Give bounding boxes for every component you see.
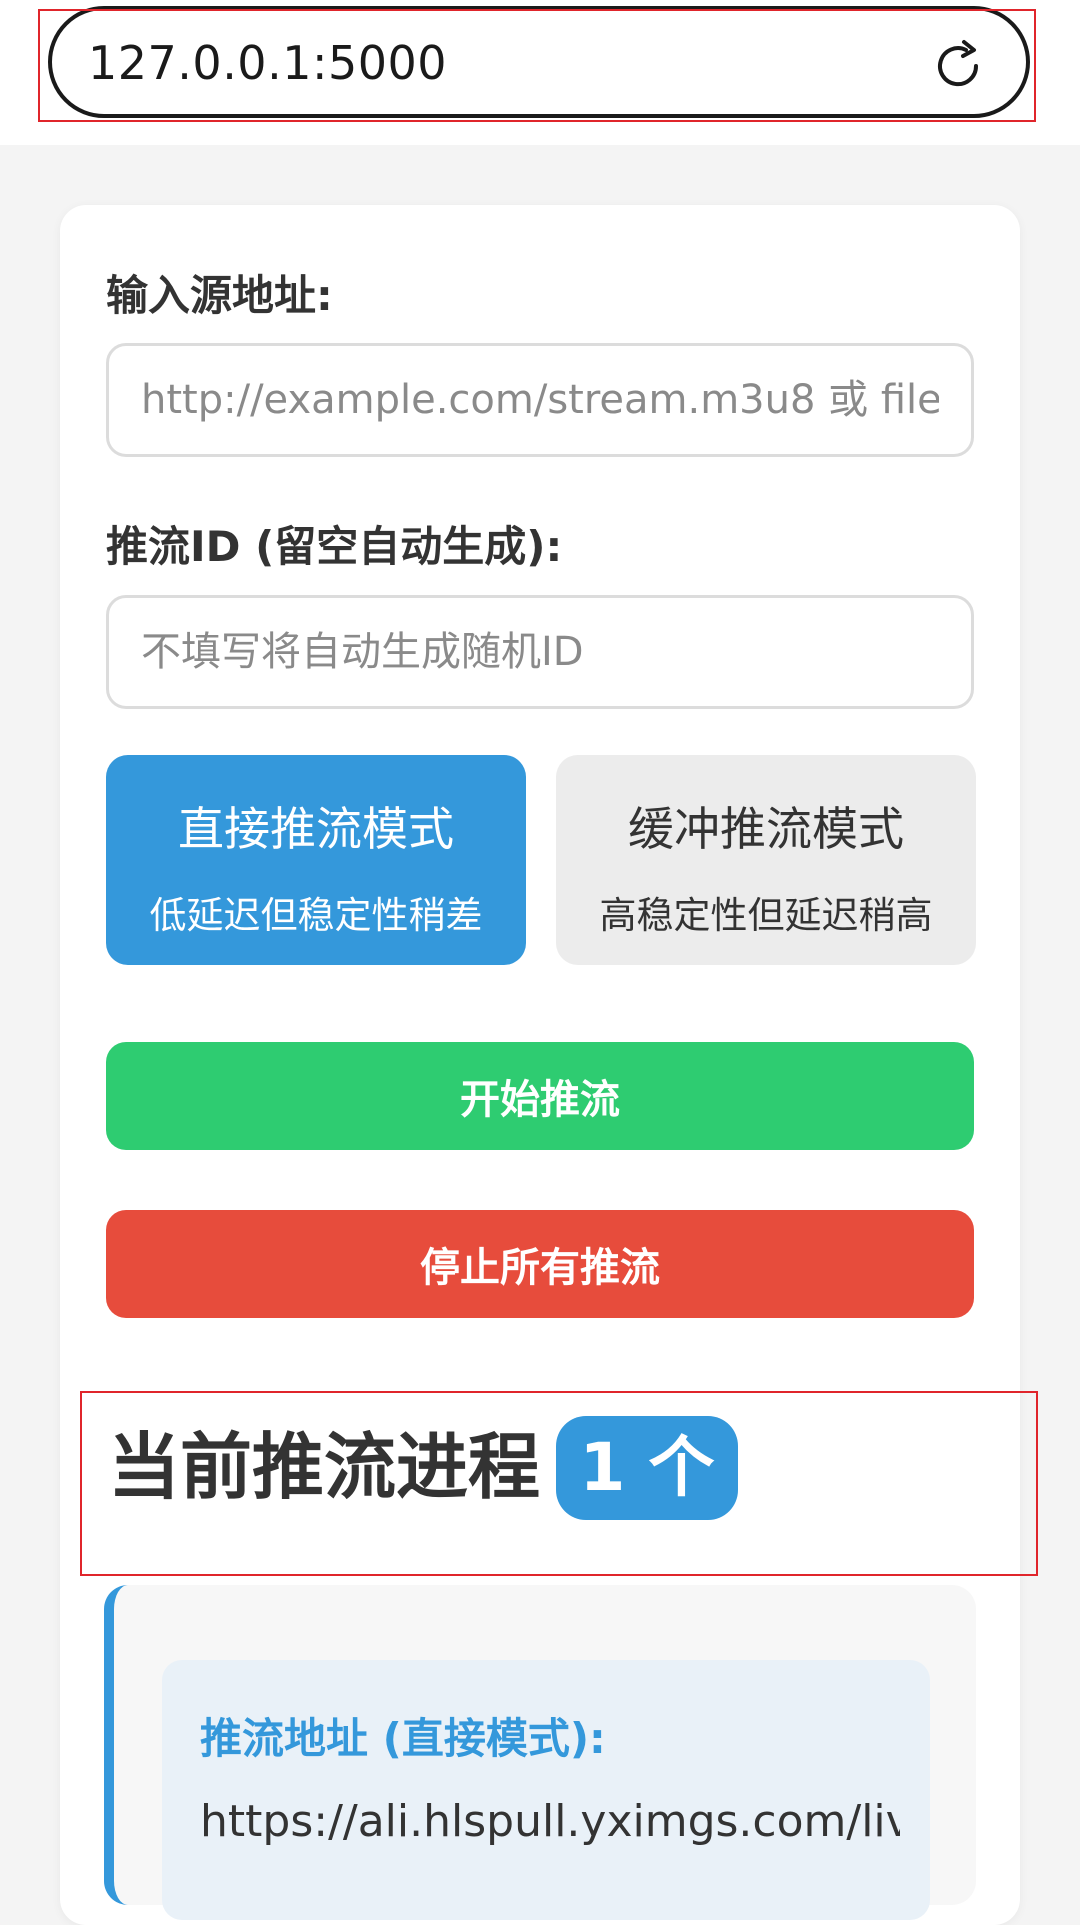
buffer-mode-title: 缓冲推流模式 [628,802,904,856]
start-stream-button[interactable]: 开始推流 [106,1042,974,1150]
process-section-title: 当前推流进程 [108,1425,541,1509]
buffer-mode-subtitle: 高稳定性但延迟稍高 [599,894,933,937]
process-count-badge: 1 个 [556,1416,738,1520]
reload-icon[interactable] [928,36,988,96]
buffer-mode-button[interactable]: 缓冲推流模式 高稳定性但延迟稍高 [556,755,976,965]
stream-id-label: 推流ID (留空自动生成): [106,522,563,571]
process-stream-info [162,1660,930,1920]
source-url-input[interactable] [106,343,974,457]
direct-mode-title: 直接推流模式 [178,802,454,856]
direct-mode-subtitle: 低延迟但稳定性稍差 [149,894,483,937]
source-label: 输入源地址: [106,271,333,320]
process-stream-url[interactable]: https://ali.hlspull.yximgs.com/liv [200,1796,900,1847]
address-text[interactable]: 127.0.0.1:5000 [88,36,447,90]
address-bar[interactable]: 127.0.0.1:5000 [48,6,1030,118]
browser-top-bar: 127.0.0.1:5000 [0,0,1080,145]
direct-mode-button[interactable]: 直接推流模式 低延迟但稳定性稍差 [106,755,526,965]
stream-id-input[interactable] [106,595,974,709]
process-stream-label: 推流地址 (直接模式): [200,1714,606,1763]
stop-all-streams-button[interactable]: 停止所有推流 [106,1210,974,1318]
